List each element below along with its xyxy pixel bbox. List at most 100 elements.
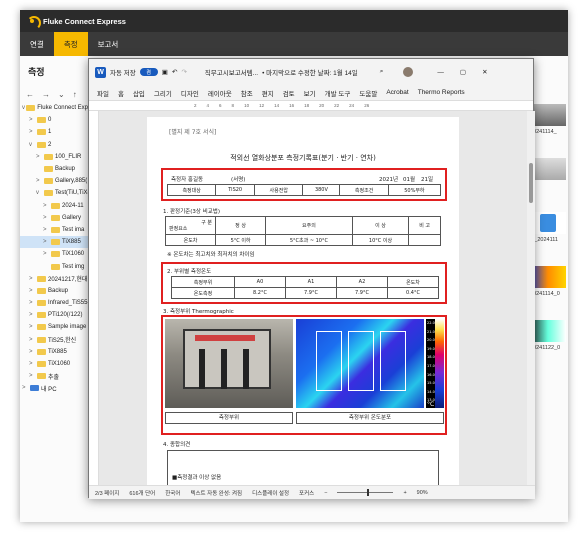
ribbon-tab[interactable]: 홈 xyxy=(118,88,124,98)
display-settings[interactable]: 디스플레이 설정 xyxy=(252,489,289,497)
tree-item[interactable]: v2 xyxy=(20,139,90,151)
menu-report[interactable]: 보고서 xyxy=(88,32,129,56)
tree-item[interactable]: >100_FLIR xyxy=(20,151,90,163)
chevron-down-icon[interactable]: ⌄ xyxy=(58,90,65,99)
ribbon-tab[interactable]: 보기 xyxy=(304,88,316,98)
vertical-scrollbar[interactable] xyxy=(527,111,535,485)
tree-item[interactable]: > TiX1060 xyxy=(20,358,90,370)
forward-icon[interactable]: → xyxy=(42,90,50,99)
search-icon[interactable]: ⌕ xyxy=(380,68,384,76)
chevron-icon[interactable]: v xyxy=(36,190,44,196)
tree-item[interactable]: Backup xyxy=(20,163,90,175)
document-canvas: [별지 제 7호 서식] 적외선 열화상분포 측정기록표(분기 · 반기 · 연… xyxy=(89,111,535,485)
tree-item[interactable]: > PTi120(/122) xyxy=(20,309,90,321)
ribbon-tab[interactable]: 파일 xyxy=(97,88,109,98)
ribbon-tab[interactable]: 개발 도구 xyxy=(325,88,351,98)
tree-item[interactable]: > Infrared_TiS55- xyxy=(20,297,90,309)
zoom-slider[interactable] xyxy=(337,489,394,496)
maximize-icon[interactable]: ▢ xyxy=(460,68,466,76)
cell: 비 고 xyxy=(408,216,441,235)
tree-item[interactable]: > 내 PC xyxy=(20,382,90,394)
close-icon[interactable]: ✕ xyxy=(482,68,487,76)
chevron-icon[interactable]: > xyxy=(29,361,37,367)
chevron-icon[interactable]: > xyxy=(29,288,37,294)
ribbon-tab[interactable]: Acrobat xyxy=(386,89,408,96)
chevron-icon[interactable]: > xyxy=(43,227,51,233)
folder-icon xyxy=(26,105,36,112)
zoom-out-icon[interactable]: − xyxy=(324,490,327,496)
ribbon-tab[interactable]: 도움말 xyxy=(359,88,377,98)
ribbon-tab[interactable]: 레이아웃 xyxy=(208,88,232,98)
tree-item[interactable]: > TiX885 xyxy=(20,236,90,249)
chevron-icon[interactable]: > xyxy=(29,337,37,343)
chevron-icon[interactable]: > xyxy=(29,312,37,318)
tree-item[interactable]: >20241217,현대 xyxy=(20,273,90,285)
chevron-icon[interactable]: > xyxy=(36,178,44,184)
chevron-icon[interactable]: > xyxy=(29,349,37,355)
chevron-icon[interactable]: > xyxy=(29,276,37,282)
page-count[interactable]: 2/3 페이지 xyxy=(95,489,119,497)
chevron-icon[interactable]: > xyxy=(29,373,37,379)
avatar[interactable] xyxy=(403,67,414,77)
tree-item[interactable]: >0 xyxy=(20,114,90,126)
opinion-box[interactable]: ■측정결과 이상 없음 xyxy=(167,450,439,485)
up-icon[interactable]: ↑ xyxy=(73,90,77,99)
redo-icon[interactable]: ↷ xyxy=(181,68,186,76)
chevron-icon[interactable]: > xyxy=(43,215,51,221)
tree-item[interactable]: Test img xyxy=(20,260,90,272)
chevron-icon[interactable]: > xyxy=(29,324,37,330)
menu-measure[interactable]: 측정 xyxy=(53,32,88,56)
scroll-thumb[interactable] xyxy=(529,163,533,203)
ribbon-tab[interactable]: 편지 xyxy=(262,88,274,98)
ribbon-tab[interactable]: 참조 xyxy=(241,88,253,98)
language[interactable]: 한국어 xyxy=(165,489,180,497)
autosave-toggle[interactable]: 켬 xyxy=(139,68,158,76)
save-icon[interactable]: ▣ xyxy=(162,68,168,76)
ribbon-tab[interactable]: 디자인 xyxy=(181,88,199,98)
chevron-icon[interactable]: > xyxy=(29,129,37,135)
zoom-in-icon[interactable]: + xyxy=(403,490,406,496)
visible-photo[interactable] xyxy=(165,319,293,408)
tree-item[interactable]: > Gallery xyxy=(20,212,90,224)
tree-item[interactable]: >1 xyxy=(20,126,90,138)
menu-connect[interactable]: 연결 xyxy=(20,32,54,56)
back-icon[interactable]: ← xyxy=(26,90,34,99)
chevron-icon[interactable]: > xyxy=(43,203,51,209)
undo-icon[interactable]: ↶ xyxy=(172,68,177,76)
document-name[interactable]: 직무고시보고서템... xyxy=(205,67,258,77)
tree-item[interactable]: v Fluke Connect Expr xyxy=(20,102,90,114)
tree-item[interactable]: > Gallery,885( xyxy=(20,175,90,187)
zoom-level[interactable]: 90% xyxy=(417,490,428,496)
tree-item[interactable]: > TiX1060 xyxy=(20,248,90,260)
chevron-icon[interactable]: > xyxy=(29,300,37,306)
chevron-icon[interactable]: > xyxy=(43,251,51,257)
ribbon-tab[interactable]: 그리기 xyxy=(154,88,172,98)
ruler-tick: 4 xyxy=(206,103,210,108)
folder-icon xyxy=(51,202,60,209)
focus-mode[interactable]: 포커스 xyxy=(299,489,314,497)
tree-item[interactable]: > 추출 xyxy=(20,370,90,382)
ribbon-tab[interactable]: 삽입 xyxy=(133,88,145,98)
tree-item[interactable]: > TiX885 xyxy=(20,346,90,358)
document-page[interactable]: [별지 제 7호 서식] 적외선 열화상분포 측정기록표(분기 · 반기 · 연… xyxy=(147,117,459,485)
tree-item[interactable]: > TiS25,한신 xyxy=(20,334,90,346)
chevron-icon[interactable]: > xyxy=(22,385,30,391)
minimize-icon[interactable]: — xyxy=(437,69,444,76)
ribbon-tab[interactable]: 검토 xyxy=(283,88,295,98)
tree-item[interactable]: > Sample image xyxy=(20,321,90,333)
tree-item-label: 100_FLIR xyxy=(55,153,82,160)
folder-icon xyxy=(37,300,46,307)
thermal-image[interactable] xyxy=(296,319,424,408)
autocomplete-status[interactable]: 텍스트 자동 완성: 켜짐 xyxy=(190,489,242,497)
ribbon-tab[interactable]: Thermo Reports xyxy=(418,89,465,96)
tree-item[interactable]: >2024-11 xyxy=(20,200,90,212)
chevron-icon[interactable]: > xyxy=(36,154,44,160)
tree-item[interactable]: > Test ima xyxy=(20,224,90,236)
word-count[interactable]: 616개 단어 xyxy=(129,489,155,497)
chevron-icon[interactable]: > xyxy=(29,117,37,123)
scale-tick-label: 14.0 xyxy=(427,389,435,394)
chevron-icon[interactable]: > xyxy=(43,239,51,245)
tree-item[interactable]: v Test(TiU,TiX( xyxy=(20,187,90,199)
tree-item[interactable]: > Backup xyxy=(20,285,90,297)
chevron-icon[interactable]: v xyxy=(29,142,37,148)
